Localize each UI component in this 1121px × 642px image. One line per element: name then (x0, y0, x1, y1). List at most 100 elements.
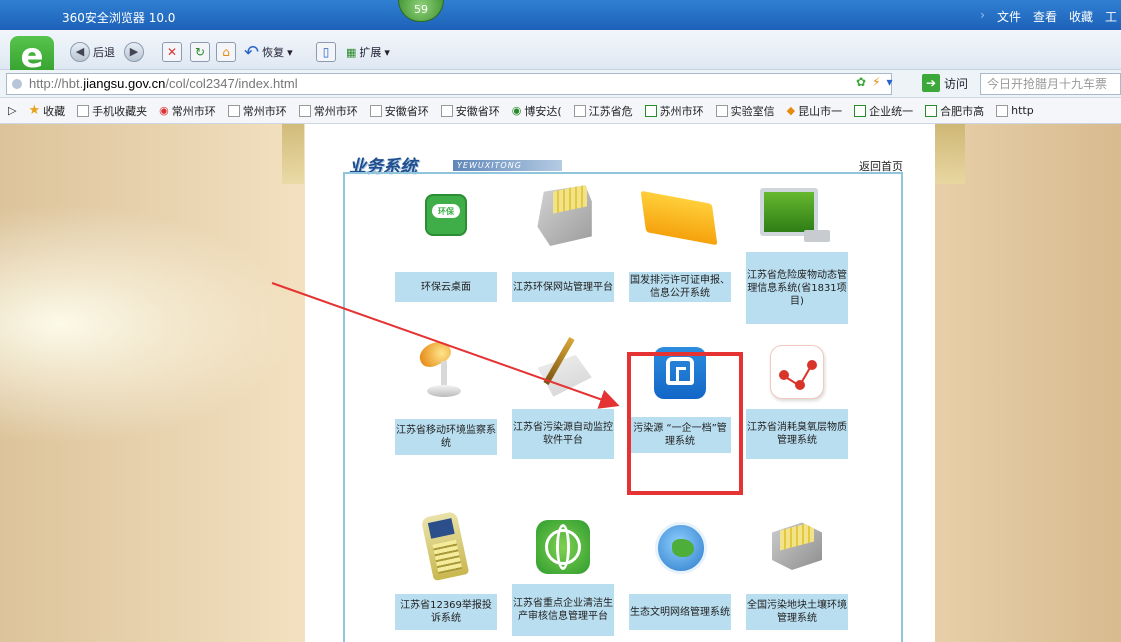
extensions-button[interactable]: ▦ 扩展 ▾ (346, 41, 390, 63)
bookmark-label: 手机收藏夹 (92, 104, 148, 118)
refresh-icon: ↻ (190, 42, 210, 62)
restore-button[interactable]: ↶ 恢复 ▾ (244, 41, 293, 63)
bookmark-item[interactable]: http (996, 104, 1034, 117)
title-bar: 360安全浏览器 10.0 59 › 文件 查看 收藏 工 (0, 0, 1121, 30)
home-button[interactable]: ⌂ (216, 41, 236, 63)
page-icon (715, 104, 728, 117)
phone-folder-icon (77, 104, 90, 117)
page-icon: ▯ (316, 42, 336, 62)
cloud-icon-text: 环保 (438, 207, 454, 216)
bookmark-item[interactable]: ◉ 常州市环 (159, 103, 216, 119)
go-arrow-icon: ➔ (922, 74, 940, 92)
menu-view[interactable]: 查看 (1033, 8, 1057, 25)
page-content: 业务系统 YEWUXITONG 返回首页 环保 环保云桌面 江苏环保网站管理平台… (0, 124, 1121, 642)
toolbar: e ◀ 后退 ▶ ✕ ↻ ⌂ ↶ 恢复 ▾ ▯ ▦ 扩展 ▾ (0, 30, 1121, 80)
menu-tools[interactable]: 工 (1105, 8, 1117, 25)
bookmark-favorites[interactable]: ★ 收藏 (28, 103, 65, 119)
cloud-icon: 环保 (425, 194, 467, 236)
address-input[interactable]: http://hbt.jiangsu.gov.cn/col/col2347/in… (6, 73, 892, 95)
tile-label: 国发排污许可证申报、信息公开系统 (629, 272, 731, 302)
close-icon: ✕ (162, 42, 182, 62)
chart-icon (854, 104, 867, 117)
site-icon: ◉ (511, 104, 522, 117)
address-tools: ✿ ⚡ ▾ (856, 75, 893, 89)
menu-favorites[interactable]: 收藏 (1069, 8, 1093, 25)
file-cabinet-icon (537, 185, 592, 246)
bookmark-item[interactable]: 安徽省环 (440, 103, 500, 119)
decor-right (935, 124, 965, 184)
bookmark-label: 收藏 (43, 104, 66, 118)
stop-button[interactable]: ✕ (162, 41, 182, 63)
bookmark-item[interactable]: 企业统一 (854, 103, 913, 119)
handset-icon (420, 510, 470, 582)
go-button[interactable]: ➔ 访问 (922, 74, 968, 92)
bookmark-item[interactable]: 常州市环 (298, 103, 358, 119)
chevron-down-icon: ▾ (287, 45, 293, 59)
url-path: /col/col2347/index.html (165, 76, 298, 91)
monitor-base (804, 230, 830, 242)
bookmark-item[interactable]: 苏州市环 (644, 103, 704, 119)
tile-label: 江苏省移动环境监察系统 (395, 419, 497, 455)
bookmark-label: 江苏省危 (588, 104, 633, 118)
tile-label: 江苏省危险废物动态管理信息系统(省1831项目) (746, 252, 848, 324)
bookmark-item[interactable]: ◉ 博安达( (512, 103, 562, 119)
bookmark-label: 安徽省环 (455, 104, 500, 118)
menu-file[interactable]: 文件 (997, 8, 1021, 25)
lamp-icon (415, 337, 471, 399)
bookmark-item[interactable]: 实验室信 (715, 103, 775, 119)
address-row: http://hbt.jiangsu.gov.cn/col/col2347/in… (0, 70, 1121, 98)
home-icon: ⌂ (216, 42, 236, 62)
menu-bar: › 文件 查看 收藏 工 (980, 8, 1117, 25)
bookmark-label: 苏州市环 (659, 104, 704, 118)
chevron-down-icon: ▾ (384, 45, 390, 59)
reader-button[interactable]: ▯ (316, 41, 336, 63)
bookmark-item[interactable]: 手机收藏夹 (77, 103, 147, 119)
sidebar-toggle-icon[interactable]: ▷ (8, 104, 16, 117)
url-prefix: http://hbt. (29, 76, 84, 91)
bookmark-item[interactable]: 常州市环 (227, 103, 287, 119)
bookmark-item[interactable]: 合肥市高 (925, 103, 984, 119)
tile-label: 江苏省污染源自动监控软件平台 (512, 409, 614, 459)
chevron-down-icon[interactable]: ▾ (887, 75, 893, 89)
bookmark-label: 常州市环 (313, 104, 358, 118)
bookmark-item[interactable]: 江苏省危 (573, 103, 633, 119)
lightning-icon[interactable]: ⚡ (872, 75, 880, 89)
globe-icon (655, 522, 707, 574)
globe-icon (12, 79, 22, 89)
tile-label: 江苏环保网站管理平台 (512, 272, 614, 302)
bookmark-label: http (1011, 104, 1034, 117)
file-cabinet-icon (772, 522, 822, 570)
restore-label: 恢复 (262, 46, 285, 59)
back-label: 后退 (93, 46, 115, 59)
chart-icon (925, 104, 938, 117)
tile-label: 全国污染地块土壤环境管理系统 (746, 594, 848, 630)
forward-arrow-icon: ▶ (124, 42, 144, 62)
forward-button[interactable]: ▶ (124, 41, 144, 63)
panel-title-en: YEWUXITONG (453, 160, 562, 171)
bookmark-label: 博安达( (524, 104, 562, 118)
page-icon (369, 104, 382, 117)
book-icon (640, 190, 718, 246)
back-button[interactable]: ◀ 后退 (70, 41, 115, 63)
atom-icon (536, 520, 590, 574)
page-icon (573, 104, 586, 117)
url-domain: jiangsu.gov.cn (83, 76, 166, 91)
highlight-box (627, 352, 743, 495)
refresh-button[interactable]: ↻ (190, 41, 210, 63)
site-icon: ◆ (786, 104, 796, 117)
undo-icon: ↶ (244, 41, 260, 63)
bookmark-item[interactable]: 安徽省环 (369, 103, 429, 119)
bookmark-label: 常州市环 (242, 104, 287, 118)
decor-left (282, 124, 304, 184)
systems-grid: 环保 环保云桌面 江苏环保网站管理平台 国发排污许可证申报、信息公开系统 江苏省… (343, 172, 903, 642)
bookmark-item[interactable]: ◆ 昆山市一 (787, 103, 842, 119)
chart-icon (644, 104, 657, 117)
tile-label: 江苏省消耗臭氧层物质管理系统 (746, 409, 848, 459)
page-icon (996, 104, 1009, 117)
compat-mode-icon[interactable]: ✿ (856, 75, 866, 89)
page-icon (298, 104, 311, 117)
tab-count-badge[interactable]: 59 (398, 0, 444, 22)
molecule-icon (770, 345, 824, 399)
grid-icon: ▦ (346, 45, 357, 59)
search-input[interactable]: 今日开抢腊月十九车票 (980, 73, 1121, 95)
